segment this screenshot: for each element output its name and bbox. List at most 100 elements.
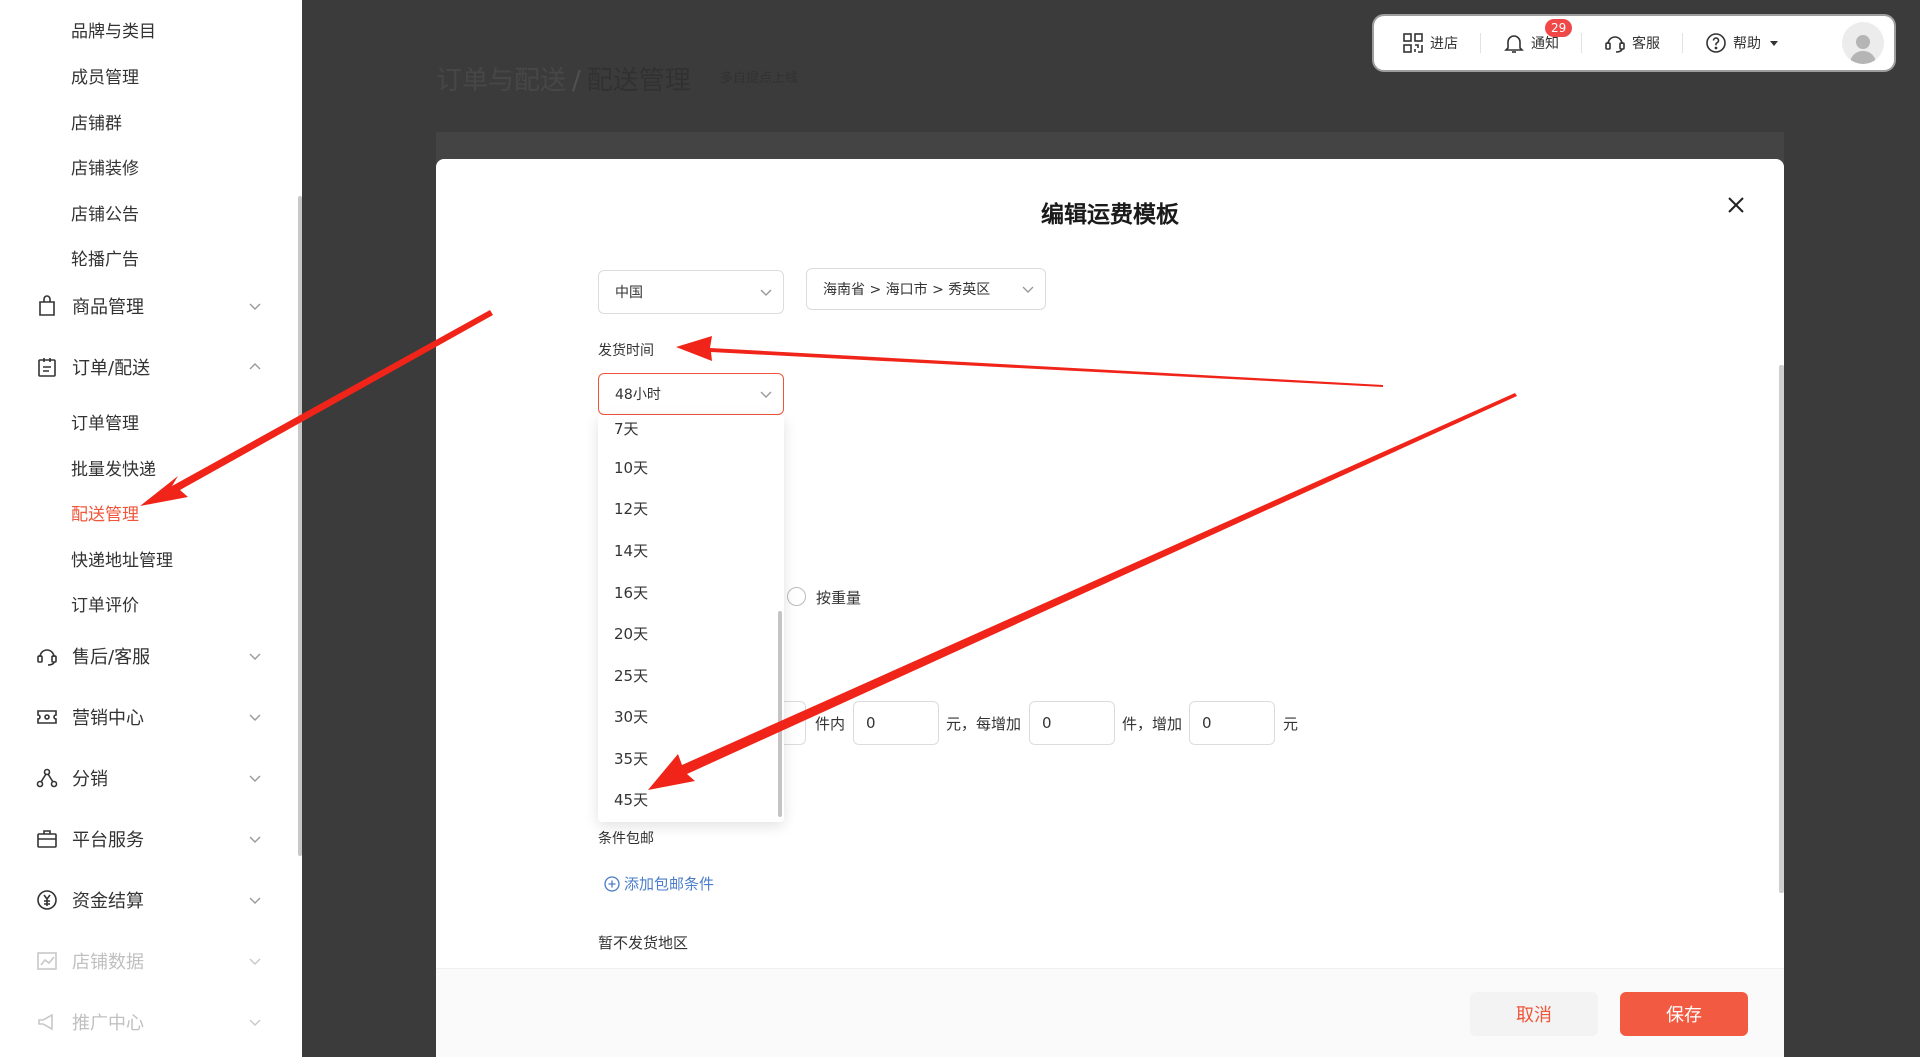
chevron-down-icon bbox=[760, 289, 772, 296]
sidebar-group-marketing[interactable]: 营销中心 bbox=[36, 702, 262, 732]
caret-down-icon bbox=[1770, 41, 1778, 46]
customer-service-button[interactable]: 客服 bbox=[1604, 32, 1660, 54]
close-icon[interactable] bbox=[1724, 193, 1748, 217]
clipboard-icon bbox=[36, 356, 58, 378]
sidebar-group-promotion[interactable]: 推广中心 bbox=[36, 1007, 262, 1037]
cancel-button[interactable]: 取消 bbox=[1470, 992, 1598, 1036]
sidebar-group-data[interactable]: 店铺数据 bbox=[36, 946, 262, 976]
ticket-icon bbox=[36, 706, 58, 728]
modal-footer: 取消 保存 bbox=[436, 968, 1784, 1057]
help-label: 帮助 bbox=[1733, 36, 1761, 52]
dropdown-option[interactable]: 20天 bbox=[614, 623, 648, 644]
sidebar-item-batch-express[interactable]: 批量发快递 bbox=[71, 455, 156, 480]
breadcrumb-current: 配送管理 bbox=[586, 66, 691, 96]
enter-store-button[interactable]: 进店 bbox=[1402, 32, 1458, 54]
fee-text-3: 件，增加 bbox=[1122, 715, 1183, 733]
fee-text-1: 件内 bbox=[815, 715, 846, 733]
megaphone-icon bbox=[36, 1011, 58, 1033]
modal-scrollbar[interactable] bbox=[1779, 365, 1784, 893]
dropdown-option[interactable]: 25天 bbox=[614, 665, 648, 686]
sidebar-item-order-review[interactable]: 订单评价 bbox=[71, 591, 139, 616]
region-cascader[interactable]: 海南省 > 海口市 > 秀英区 bbox=[806, 268, 1046, 310]
sidebar-group-after-sales[interactable]: 售后/客服 bbox=[36, 641, 262, 671]
sidebar-group-distribution[interactable]: 分销 bbox=[36, 763, 262, 793]
sidebar-item-brand-category[interactable]: 品牌与类目 bbox=[71, 17, 156, 42]
top-toolbar: 进店 通知 29 客服 帮助 bbox=[1374, 16, 1894, 70]
chevron-down-icon bbox=[248, 832, 262, 846]
sidebar-item-delivery-manage[interactable]: 配送管理 bbox=[71, 500, 139, 525]
dropdown-option[interactable]: 30天 bbox=[614, 706, 648, 727]
sidebar-group-finance[interactable]: 资金结算 bbox=[36, 885, 262, 915]
chevron-down-icon bbox=[1022, 286, 1034, 293]
add-free-shipping-button[interactable]: 添加包邮条件 bbox=[604, 873, 714, 894]
extra-count-input[interactable]: 0 bbox=[1029, 701, 1115, 745]
avatar[interactable] bbox=[1842, 22, 1884, 64]
edit-shipping-template-modal: 编辑运费模板 中国 海南省 > 海口市 > 秀英区 发货时间 48小时 按重量 … bbox=[436, 159, 1784, 1057]
breadcrumb-separator: / bbox=[572, 66, 581, 96]
customer-service-label: 客服 bbox=[1632, 36, 1660, 52]
plus-circle-icon bbox=[604, 875, 620, 892]
dropdown-option[interactable]: 35天 bbox=[614, 748, 648, 769]
breadcrumb-parent[interactable]: 订单与配送 bbox=[436, 66, 566, 96]
ship-time-dropdown: 7天 10天 12天 14天 16天 20天 25天 30天 35天 45天 bbox=[598, 415, 784, 822]
page-note: 多自提点上线 bbox=[720, 71, 799, 86]
sidebar-item-store-group[interactable]: 店铺群 bbox=[71, 109, 122, 134]
qr-code-icon bbox=[1403, 33, 1423, 53]
extra-fee-input[interactable]: 0 bbox=[1189, 701, 1275, 745]
sidebar-scrollbar[interactable] bbox=[298, 196, 302, 856]
chevron-down-icon bbox=[248, 771, 262, 785]
dropdown-option[interactable]: 14天 bbox=[614, 540, 648, 561]
first-fee-input[interactable]: 0 bbox=[853, 701, 939, 745]
divider bbox=[1480, 33, 1481, 53]
bell-icon bbox=[1504, 35, 1524, 53]
sidebar-item-store-notice[interactable]: 店铺公告 bbox=[71, 200, 139, 225]
ship-time-value: 48小时 bbox=[615, 387, 661, 403]
sidebar-item-order-manage[interactable]: 订单管理 bbox=[71, 409, 139, 434]
sidebar-item-members[interactable]: 成员管理 bbox=[71, 63, 139, 88]
dropdown-option[interactable]: 7天 bbox=[614, 418, 639, 439]
divider bbox=[1682, 33, 1683, 53]
yuan-coin-icon bbox=[36, 889, 58, 911]
notification-button[interactable]: 通知 29 bbox=[1503, 19, 1573, 54]
help-menu-button[interactable]: 帮助 bbox=[1705, 32, 1785, 54]
share-nodes-icon bbox=[36, 767, 58, 789]
sidebar-group-goods[interactable]: 商品管理 bbox=[36, 291, 262, 321]
chevron-down-icon bbox=[248, 299, 262, 313]
save-button[interactable]: 保存 bbox=[1620, 992, 1748, 1036]
sidebar-group-platform[interactable]: 平台服务 bbox=[36, 824, 262, 854]
ship-time-select[interactable]: 48小时 bbox=[598, 373, 784, 415]
sidebar-item-carousel-ad[interactable]: 轮播广告 bbox=[71, 245, 139, 270]
sidebar-item-express-address[interactable]: 快递地址管理 bbox=[71, 546, 173, 571]
country-select[interactable]: 中国 bbox=[598, 270, 784, 314]
country-value: 中国 bbox=[615, 285, 643, 301]
chevron-down-icon bbox=[248, 710, 262, 724]
by-weight-label: 按重量 bbox=[816, 589, 862, 607]
briefcase-icon bbox=[36, 828, 58, 850]
dropdown-option[interactable]: 10天 bbox=[614, 457, 648, 478]
chevron-down-icon bbox=[248, 1015, 262, 1029]
chevron-up-icon bbox=[248, 360, 262, 374]
sidebar-group-orders[interactable]: 订单/配送 bbox=[36, 352, 262, 382]
dropdown-scrollbar[interactable] bbox=[778, 611, 782, 817]
chevron-down-icon bbox=[760, 391, 772, 398]
fee-text-4: 元 bbox=[1283, 715, 1299, 733]
modal-title: 编辑运费模板 bbox=[1041, 202, 1179, 228]
region-value: 海南省 > 海口市 > 秀英区 bbox=[823, 282, 991, 298]
chevron-down-icon bbox=[248, 954, 262, 968]
add-free-shipping-label: 添加包邮条件 bbox=[624, 875, 715, 893]
sidebar-item-store-decoration[interactable]: 店铺装修 bbox=[71, 154, 139, 179]
fee-text-2: 元，每增加 bbox=[946, 715, 1022, 733]
question-circle-icon bbox=[1706, 33, 1726, 53]
by-weight-radio[interactable] bbox=[787, 587, 806, 606]
no-ship-region-label: 暂不发货地区 bbox=[598, 934, 689, 952]
sidebar: 品牌与类目 成员管理 店铺群 店铺装修 店铺公告 轮播广告 商品管理 订单/配送… bbox=[0, 0, 302, 1057]
divider bbox=[1581, 33, 1582, 53]
user-icon bbox=[1850, 35, 1876, 64]
enter-store-label: 进店 bbox=[1430, 36, 1458, 52]
dropdown-option[interactable]: 12天 bbox=[614, 498, 648, 519]
page-title: 订单与配送 / 配送管理 bbox=[436, 60, 691, 97]
notification-badge: 29 bbox=[1545, 19, 1573, 37]
chart-icon bbox=[36, 950, 58, 972]
dropdown-option[interactable]: 16天 bbox=[614, 582, 648, 603]
dropdown-option[interactable]: 45天 bbox=[614, 789, 648, 810]
